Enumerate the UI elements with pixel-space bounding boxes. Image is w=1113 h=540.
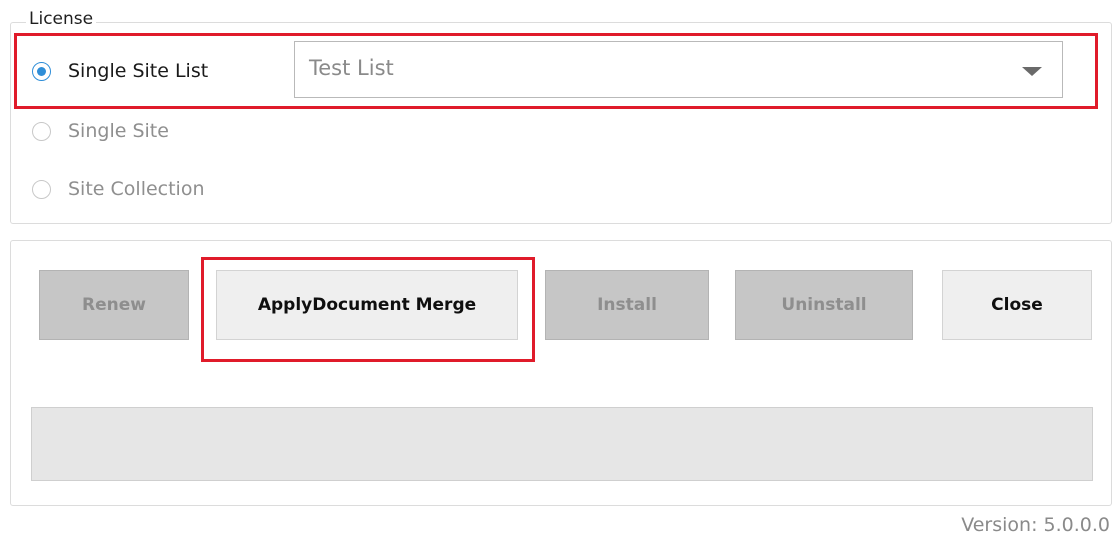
radio-site-collection-label: Site Collection	[68, 178, 205, 200]
radio-single-site-list-label: Single Site List	[68, 60, 209, 82]
list-select-value: Test List	[309, 56, 394, 80]
apply-document-merge-button[interactable]: ApplyDocument Merge	[216, 270, 518, 340]
progress-bar	[31, 407, 1093, 481]
uninstall-button[interactable]: Uninstall	[735, 270, 913, 340]
list-select[interactable]: Test List	[294, 41, 1063, 98]
version-label: Version: 5.0.0.0	[961, 514, 1110, 536]
license-legend: License	[26, 6, 97, 32]
radio-checked-icon[interactable]	[32, 61, 51, 81]
radio-unchecked-icon[interactable]	[32, 179, 51, 199]
radio-single-site-list[interactable]: Single Site List	[32, 56, 208, 86]
close-button[interactable]: Close	[942, 270, 1092, 340]
chevron-down-icon[interactable]	[1022, 67, 1042, 76]
renew-button[interactable]: Renew	[39, 270, 189, 340]
install-button[interactable]: Install	[545, 270, 709, 340]
radio-unchecked-icon[interactable]	[32, 121, 51, 141]
radio-site-collection[interactable]: Site Collection	[32, 174, 205, 204]
radio-single-site-label: Single Site	[68, 120, 169, 142]
radio-single-site[interactable]: Single Site	[32, 116, 169, 146]
